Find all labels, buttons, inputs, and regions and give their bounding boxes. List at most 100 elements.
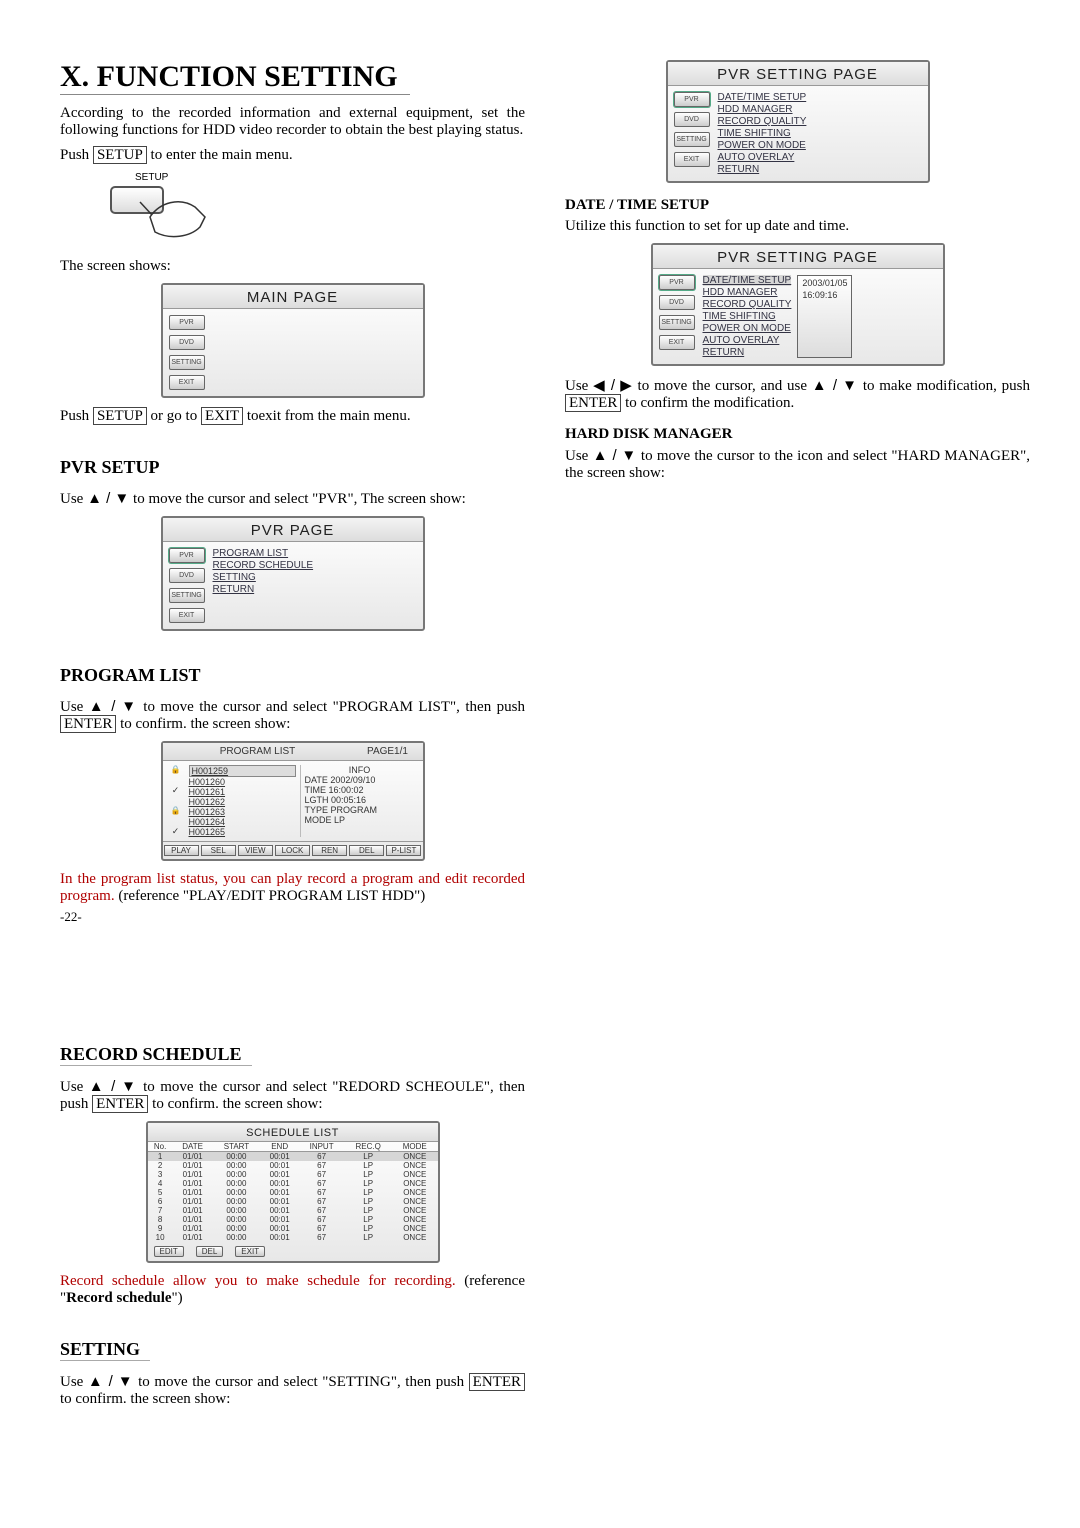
side-btn-dvd[interactable]: DVD bbox=[169, 568, 205, 583]
side-btn-exit[interactable]: EXIT bbox=[659, 335, 695, 350]
side-btn-exit[interactable]: EXIT bbox=[169, 375, 205, 390]
enter-button-label: ENTER bbox=[469, 1373, 525, 1391]
table-cell: 00:01 bbox=[260, 1197, 298, 1206]
table-cell: 67 bbox=[299, 1170, 344, 1179]
table-cell: 67 bbox=[299, 1224, 344, 1233]
side-btn-setting[interactable]: SETTING bbox=[169, 355, 205, 370]
table-row[interactable]: 201/0100:0000:0167LPONCE bbox=[148, 1161, 438, 1170]
file-item[interactable]: H001259 bbox=[189, 765, 296, 777]
foot-btn[interactable]: P-LIST bbox=[386, 845, 421, 856]
menu-item[interactable]: SETTING bbox=[213, 572, 314, 583]
foot-btn[interactable]: VIEW bbox=[238, 845, 273, 856]
side-btn-pvr[interactable]: PVR bbox=[169, 548, 205, 563]
menu-item[interactable]: AUTO OVERLAY bbox=[703, 335, 792, 346]
foot-btn[interactable]: LOCK bbox=[275, 845, 310, 856]
push-setup-line: Push SETUP to enter the main menu. bbox=[60, 147, 525, 164]
foot-btn[interactable]: EDIT bbox=[154, 1246, 184, 1257]
lock-icon: 🔒 bbox=[171, 765, 181, 774]
th: START bbox=[212, 1142, 260, 1152]
file-item[interactable]: H001263 bbox=[189, 807, 296, 817]
table-cell: ONCE bbox=[392, 1179, 437, 1188]
table-cell: 67 bbox=[299, 1233, 344, 1242]
table-row[interactable]: 501/0100:0000:0167LPONCE bbox=[148, 1188, 438, 1197]
table-cell: 6 bbox=[148, 1197, 173, 1206]
foot-btn[interactable]: SEL bbox=[201, 845, 236, 856]
file-item[interactable]: H001261 bbox=[189, 787, 296, 797]
info-row: MODE LP bbox=[305, 815, 415, 825]
menu-item[interactable]: TIME SHIFTING bbox=[703, 311, 792, 322]
file-item[interactable]: H001265 bbox=[189, 827, 296, 837]
th: REC.Q bbox=[344, 1142, 392, 1152]
setup-button-label: SETUP bbox=[93, 146, 147, 164]
file-item[interactable]: H001260 bbox=[189, 777, 296, 787]
side-btn-setting[interactable]: SETTING bbox=[659, 315, 695, 330]
text: to confirm. the screen show: bbox=[148, 1096, 322, 1112]
menu-item[interactable]: AUTO OVERLAY bbox=[718, 152, 807, 163]
side-btn-pvr[interactable]: PVR bbox=[169, 315, 205, 330]
menu-item[interactable]: POWER ON MODE bbox=[703, 323, 792, 334]
record-schedule-text: Use ▲ / ▼ to move the cursor and select … bbox=[60, 1078, 525, 1113]
up-down-arrows-icon: ▲ / ▼ bbox=[88, 1373, 134, 1390]
side-btn-setting[interactable]: SETTING bbox=[169, 588, 205, 603]
table-row[interactable]: 401/0100:0000:0167LPONCE bbox=[148, 1179, 438, 1188]
panel-title: MAIN PAGE bbox=[163, 285, 423, 309]
menu-item[interactable]: RECORD QUALITY bbox=[703, 299, 792, 310]
table-cell: 00:00 bbox=[212, 1215, 260, 1224]
file-item[interactable]: H001264 bbox=[189, 817, 296, 827]
date-time-nav-text: Use ◀ / ▶ to move the cursor, and use ▲ … bbox=[565, 376, 1030, 412]
side-btn-dvd[interactable]: DVD bbox=[674, 112, 710, 127]
foot-btn[interactable]: REN bbox=[312, 845, 347, 856]
hard-disk-manager-heading: HARD DISK MANAGER bbox=[565, 426, 1030, 443]
foot-btn[interactable]: DEL bbox=[196, 1246, 224, 1257]
table-cell: 01/01 bbox=[173, 1152, 213, 1162]
foot-btn[interactable]: DEL bbox=[349, 845, 384, 856]
menu-item[interactable]: PROGRAM LIST bbox=[213, 548, 314, 559]
text: to confirm the modification. bbox=[621, 395, 794, 411]
table-row[interactable]: 601/0100:0000:0167LPONCE bbox=[148, 1197, 438, 1206]
foot-btn[interactable]: PLAY bbox=[164, 845, 199, 856]
menu-item[interactable]: DATE/TIME SETUP bbox=[718, 92, 807, 103]
menu-item[interactable]: TIME SHIFTING bbox=[718, 128, 807, 139]
side-btn-dvd[interactable]: DVD bbox=[659, 295, 695, 310]
side-btn-exit[interactable]: EXIT bbox=[169, 608, 205, 623]
file-item[interactable]: H001262 bbox=[189, 797, 296, 807]
side-btn-setting[interactable]: SETTING bbox=[674, 132, 710, 147]
table-cell: 4 bbox=[148, 1179, 173, 1188]
menu-item[interactable]: HDD MANAGER bbox=[703, 287, 792, 298]
table-cell: 00:00 bbox=[212, 1179, 260, 1188]
table-cell: ONCE bbox=[392, 1224, 437, 1233]
text: Use bbox=[60, 1079, 89, 1095]
th: No. bbox=[148, 1142, 173, 1152]
hand-icon bbox=[130, 182, 220, 252]
foot-btn[interactable]: EXIT bbox=[235, 1246, 265, 1257]
enter-button-label: ENTER bbox=[565, 394, 621, 412]
program-list-panel: PROGRAM LIST PAGE1/1 🔒 ✓ 🔒 ✓ H001259 H00… bbox=[161, 741, 425, 861]
panel-title: PVR SETTING PAGE bbox=[668, 62, 928, 86]
table-row[interactable]: 101/0100:0000:0167LPONCE bbox=[148, 1152, 438, 1162]
menu-item[interactable]: DATE/TIME SETUP bbox=[703, 275, 792, 286]
side-btn-pvr[interactable]: PVR bbox=[674, 92, 710, 107]
panel-title: SCHEDULE LIST bbox=[148, 1123, 438, 1142]
side-btn-pvr[interactable]: PVR bbox=[659, 275, 695, 290]
table-cell: 01/01 bbox=[173, 1206, 213, 1215]
table-row[interactable]: 301/0100:0000:0167LPONCE bbox=[148, 1170, 438, 1179]
table-cell: 01/01 bbox=[173, 1161, 213, 1170]
table-row[interactable]: 801/0100:0000:0167LPONCE bbox=[148, 1215, 438, 1224]
menu-item[interactable]: RETURN bbox=[718, 164, 807, 175]
menu-item[interactable]: RETURN bbox=[213, 584, 314, 595]
table-cell: LP bbox=[344, 1179, 392, 1188]
table-row[interactable]: 901/0100:0000:0167LPONCE bbox=[148, 1224, 438, 1233]
menu-item[interactable]: POWER ON MODE bbox=[718, 140, 807, 151]
text: Record schedule allow you to make schedu… bbox=[60, 1273, 464, 1289]
side-btn-exit[interactable]: EXIT bbox=[674, 152, 710, 167]
side-btn-dvd[interactable]: DVD bbox=[169, 335, 205, 350]
table-row[interactable]: 701/0100:0000:0167LPONCE bbox=[148, 1206, 438, 1215]
menu-item[interactable]: RECORD QUALITY bbox=[718, 116, 807, 127]
program-list-heading: PROGRAM LIST bbox=[60, 665, 211, 686]
table-cell: LP bbox=[344, 1197, 392, 1206]
menu-item[interactable]: HDD MANAGER bbox=[718, 104, 807, 115]
menu-item[interactable]: RECORD SCHEDULE bbox=[213, 560, 314, 571]
menu-item[interactable]: RETURN bbox=[703, 347, 792, 358]
table-cell: 00:00 bbox=[212, 1170, 260, 1179]
table-row[interactable]: 1001/0100:0000:0167LPONCE bbox=[148, 1233, 438, 1242]
